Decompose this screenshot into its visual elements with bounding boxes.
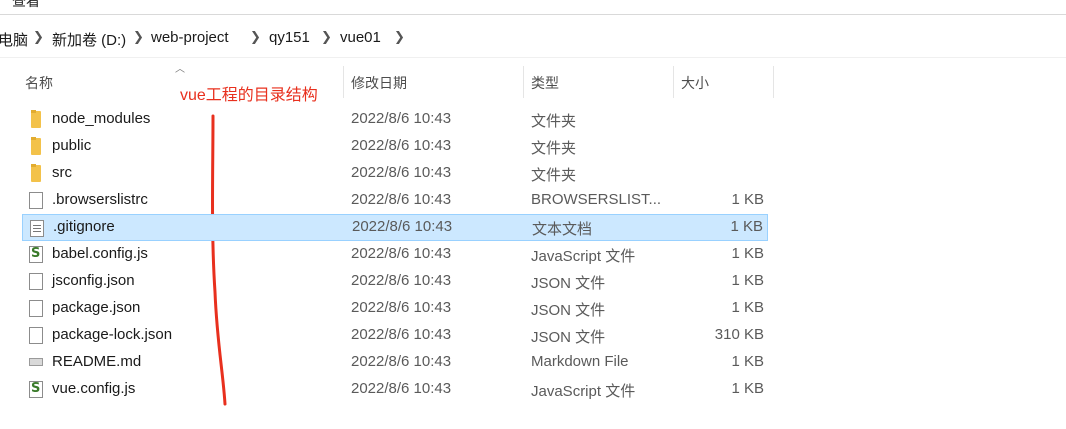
file-date: 2022/8/6 10:43 [351, 137, 452, 154]
file-type: BROWSERSLIST... [531, 191, 662, 208]
file-date: 2022/8/6 10:43 [351, 245, 452, 262]
column-resize-handle[interactable] [343, 66, 344, 98]
column-header-size[interactable]: 大小 [681, 73, 709, 93]
file-type: 文件夹 [531, 167, 577, 184]
column-resize-handle[interactable] [673, 66, 674, 98]
file-row[interactable]: package-lock.json 2022/8/6 10:43 JSON 文件… [22, 322, 768, 349]
file-icon [29, 300, 43, 317]
file-date: 2022/8/6 10:43 [351, 380, 452, 397]
address-bar[interactable]: 电脑 ❯ 新加卷 (D:) ❯ web-project ❯ qy151 ❯ vu… [0, 25, 1066, 51]
file-row[interactable]: babel.config.js 2022/8/6 10:43 JavaScrip… [22, 241, 768, 268]
file-icon [29, 327, 43, 344]
breadcrumb-computer[interactable]: 电脑 [0, 29, 28, 50]
js-file-icon [29, 246, 43, 263]
file-type: JSON 文件 [531, 302, 606, 319]
file-type: JSON 文件 [531, 275, 606, 292]
folder-icon [31, 137, 41, 155]
file-name: jsconfig.json [52, 272, 135, 289]
file-type: Markdown File [531, 353, 629, 370]
file-row[interactable]: jsconfig.json 2022/8/6 10:43 JSON 文件 1 K… [22, 268, 768, 295]
file-row[interactable]: public 2022/8/6 10:43 文件夹 [22, 133, 768, 160]
column-header-type[interactable]: 类型 [531, 73, 559, 93]
file-date: 2022/8/6 10:43 [351, 326, 452, 343]
breadcrumb-web-project[interactable]: web-project [151, 29, 229, 46]
file-size: 310 KB [714, 326, 764, 343]
chevron-right-icon[interactable]: ❯ [133, 29, 144, 45]
menu-view[interactable]: 查看 [12, 0, 40, 11]
file-row[interactable]: README.md 2022/8/6 10:43 Markdown File 1… [22, 349, 768, 376]
file-row[interactable]: .browserslistrc 2022/8/6 10:43 BROWSERSL… [22, 187, 768, 214]
file-name: babel.config.js [52, 245, 148, 262]
column-header-row: 名称 修改日期 类型 大小 [0, 66, 780, 98]
chevron-right-icon[interactable]: ❯ [250, 29, 261, 45]
menu-bar: 查看 [0, 0, 1066, 15]
file-type: 文件夹 [531, 113, 577, 130]
file-date: 2022/8/6 10:43 [351, 191, 452, 208]
file-date: 2022/8/6 10:43 [351, 110, 452, 127]
breadcrumb-vue01[interactable]: vue01 [340, 29, 381, 46]
file-date: 2022/8/6 10:43 [351, 272, 452, 289]
file-icon [29, 192, 43, 209]
column-resize-handle[interactable] [773, 66, 774, 98]
annotation-label: vue工程的目录结构 [180, 87, 318, 104]
js-file-icon [29, 381, 43, 398]
chevron-right-icon[interactable]: ❯ [33, 29, 44, 45]
file-size: 1 KB [731, 380, 764, 397]
chevron-right-icon[interactable]: ❯ [394, 29, 405, 45]
chevron-right-icon[interactable]: ❯ [321, 29, 332, 45]
file-row-selected[interactable]: .gitignore 2022/8/6 10:43 文本文档 1 KB [22, 214, 768, 241]
breadcrumb-qy151[interactable]: qy151 [269, 29, 310, 46]
folder-icon [31, 110, 41, 128]
file-date: 2022/8/6 10:43 [351, 299, 452, 316]
file-name: vue.config.js [52, 380, 136, 397]
column-header-name[interactable]: 名称 [25, 73, 53, 93]
file-name: .browserslistrc [52, 191, 148, 208]
column-resize-handle[interactable] [523, 66, 524, 98]
file-name: package.json [52, 299, 141, 316]
file-name: README.md [52, 353, 142, 370]
file-date: 2022/8/6 10:43 [351, 353, 452, 370]
file-name: src [52, 164, 72, 181]
file-date: 2022/8/6 10:43 [351, 164, 452, 181]
file-icon [29, 273, 43, 290]
file-name: package-lock.json [52, 326, 173, 343]
file-row[interactable]: package.json 2022/8/6 10:43 JSON 文件 1 KB [22, 295, 768, 322]
file-type: JavaScript 文件 [531, 248, 636, 265]
file-name: public [52, 137, 92, 154]
column-header-date[interactable]: 修改日期 [351, 73, 407, 93]
file-name: .gitignore [53, 218, 115, 235]
file-type: JSON 文件 [531, 329, 606, 346]
file-size: 1 KB [731, 191, 764, 208]
folder-icon [31, 164, 41, 182]
file-size: 1 KB [730, 218, 763, 235]
divider [0, 57, 1066, 58]
file-size: 1 KB [731, 353, 764, 370]
text-file-icon [30, 220, 44, 237]
file-type: 文本文档 [532, 221, 593, 238]
file-row[interactable]: node_modules 2022/8/6 10:43 文件夹 [22, 106, 768, 133]
file-size: 1 KB [731, 272, 764, 289]
file-size: 1 KB [731, 299, 764, 316]
file-row[interactable]: vue.config.js 2022/8/6 10:43 JavaScript … [22, 376, 768, 403]
markdown-file-icon [29, 354, 43, 371]
file-type: 文件夹 [531, 140, 577, 157]
breadcrumb-drive[interactable]: 新加卷 (D:) [52, 29, 126, 50]
file-date: 2022/8/6 10:43 [352, 218, 453, 235]
file-name: node_modules [52, 110, 151, 127]
file-row[interactable]: src 2022/8/6 10:43 文件夹 [22, 160, 768, 187]
file-type: JavaScript 文件 [531, 383, 636, 400]
file-size: 1 KB [731, 245, 764, 262]
